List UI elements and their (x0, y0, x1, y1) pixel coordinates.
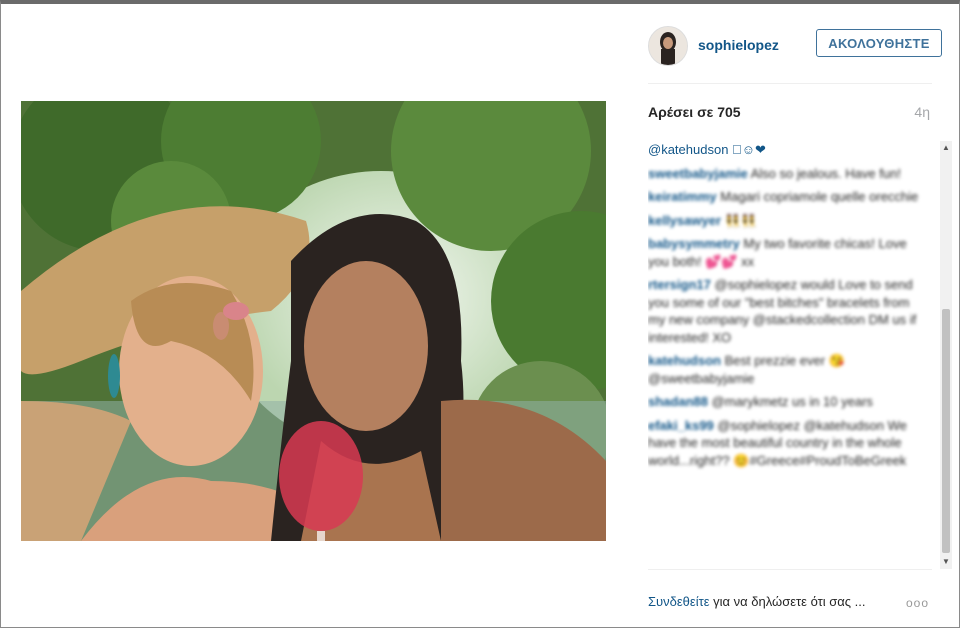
divider (648, 569, 932, 570)
comment-username[interactable]: katehudson (648, 353, 721, 368)
comment-item: kellysawyer 👯👯 (648, 212, 928, 230)
divider (648, 83, 932, 84)
comment-username[interactable]: babysymmetry (648, 236, 740, 251)
follow-button[interactable]: ΑΚΟΛΟΥΘΗΣΤΕ (816, 29, 942, 57)
scrollbar-thumb[interactable] (942, 309, 950, 553)
comment-text: @marykmetz us in 10 years (711, 394, 873, 409)
comments-list: @katehudson 🏻☺❤ sweetbabyjamie Also so j… (648, 141, 928, 561)
comment-item: keiratimmy Magari copriamole quelle orec… (648, 188, 928, 206)
comment-text: 👯👯 (724, 212, 758, 228)
comment-text[interactable]: @katehudson 🏻☺❤ (648, 142, 766, 157)
login-prompt: Συνδεθείτε για να δηλώσετε ότι σας ... (648, 594, 866, 609)
likes-count[interactable]: Αρέσει σε 705 (648, 104, 741, 120)
login-link[interactable]: Συνδεθείτε (648, 594, 710, 609)
comment-item: efaki_ks99 @sophielopez @katehudson We h… (648, 417, 928, 470)
comment-username[interactable]: kellysawyer (648, 213, 721, 228)
scroll-down-arrow-icon[interactable]: ▼ (940, 557, 952, 567)
post-timestamp: 4η (914, 104, 930, 120)
post-photo[interactable] (21, 101, 606, 541)
comment-item: sweetbabyjamie Also so jealous. Have fun… (648, 165, 928, 183)
comment-username[interactable]: efaki_ks99 (648, 418, 714, 433)
comment-username[interactable]: rtersign17 (648, 277, 711, 292)
browser-frame: sophielopez ΑΚΟΛΟΥΘΗΣΤΕ Αρέσει σε 705 4η… (0, 0, 960, 628)
scroll-up-arrow-icon[interactable]: ▲ (940, 143, 952, 153)
comment-username[interactable]: sweetbabyjamie (648, 166, 748, 181)
comment-username[interactable]: shadan88 (648, 394, 708, 409)
comment-item: babysymmetry My two favorite chicas! Lov… (648, 235, 928, 270)
post-sidebar: sophielopez ΑΚΟΛΟΥΘΗΣΤΕ Αρέσει σε 705 4η… (634, 8, 952, 628)
comment-item: @katehudson 🏻☺❤ (648, 141, 928, 159)
comment-text: Also so jealous. Have fun! (750, 165, 901, 181)
selfie-image (21, 101, 606, 541)
comment-item: shadan88 @marykmetz us in 10 years (648, 393, 928, 411)
comment-text: Magari copriamole quelle orecchie (720, 189, 919, 204)
avatar[interactable] (648, 26, 688, 66)
post-header: sophielopez ΑΚΟΛΟΥΘΗΣΤΕ (648, 26, 942, 68)
avatar-image (649, 27, 687, 65)
comment-username[interactable]: keiratimmy (648, 189, 717, 204)
comment-item: rtersign17 @sophielopez would Love to se… (648, 276, 928, 346)
comments-scrollbar[interactable]: ▲ ▼ (940, 141, 952, 569)
username-link[interactable]: sophielopez (698, 37, 779, 53)
more-options-icon[interactable]: ooo (906, 596, 929, 610)
comment-item: katehudson Best prezzie ever 😘 @sweetbab… (648, 352, 928, 387)
login-prompt-text: για να δηλώσετε ότι σας ... (709, 594, 866, 609)
